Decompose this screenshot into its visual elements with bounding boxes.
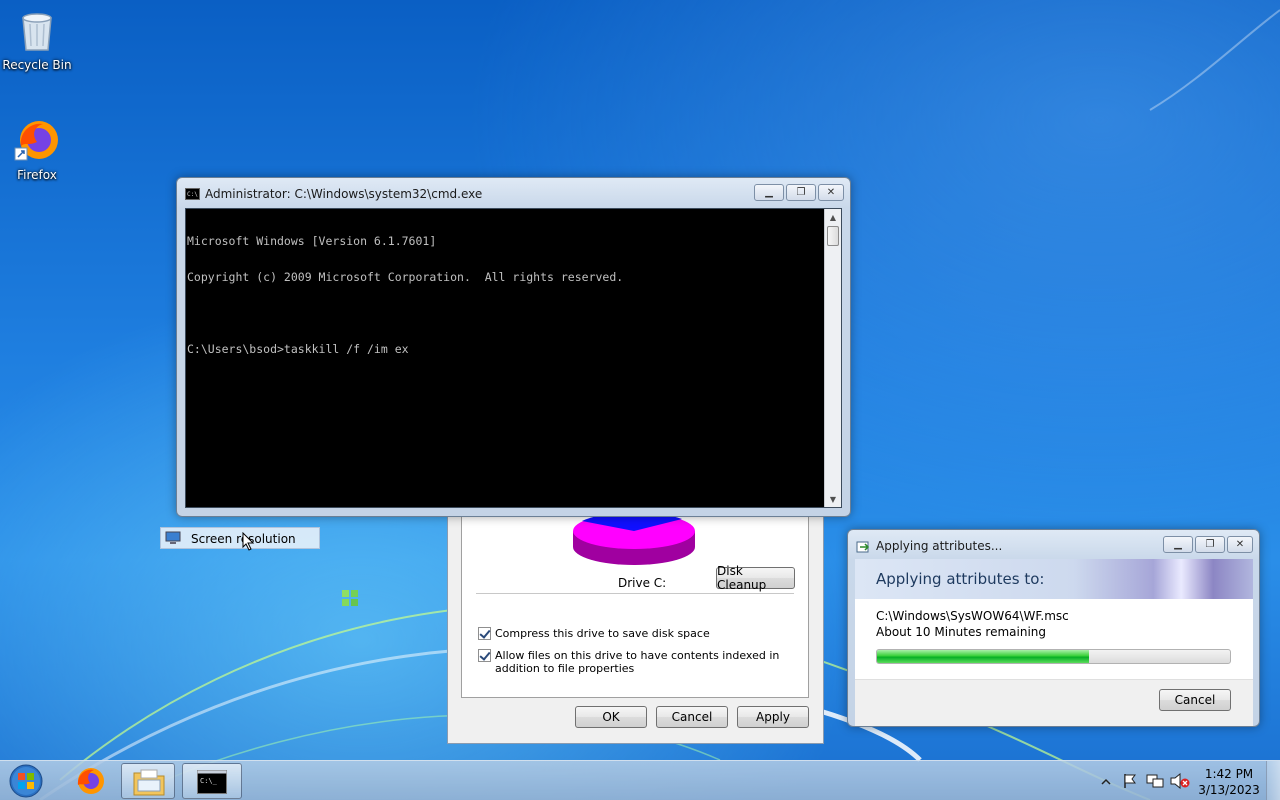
mouse-cursor xyxy=(242,532,255,551)
drive-label: Drive C: xyxy=(618,576,667,590)
compress-label: Compress this drive to save disk space xyxy=(495,627,710,640)
taskbar-explorer[interactable] xyxy=(121,763,175,799)
network-icon[interactable] xyxy=(1146,773,1164,789)
close-button[interactable]: ✕ xyxy=(1227,536,1253,553)
ok-button[interactable]: OK xyxy=(575,706,647,728)
console-line: Microsoft Windows [Version 6.1.7601] xyxy=(187,234,437,248)
disk-usage-pie xyxy=(573,515,695,565)
svg-text:C:\: C:\ xyxy=(187,191,198,198)
console-scrollbar[interactable]: ▲ ▼ xyxy=(824,209,841,507)
close-button[interactable]: ✕ xyxy=(818,184,844,201)
close-icon: ✕ xyxy=(1235,539,1245,550)
recycle-bin-icon xyxy=(13,6,61,54)
applying-attributes-dialog[interactable]: Applying attributes... ▁ ❐ ✕ Applying at… xyxy=(847,529,1260,727)
restore-icon: ❐ xyxy=(796,187,806,198)
taskbar: C:\_ 1:42 PM 3/13/2023 xyxy=(0,760,1280,800)
clock-time: 1:42 PM xyxy=(1204,767,1254,781)
cancel-button[interactable]: Cancel xyxy=(656,706,728,728)
scroll-up-icon[interactable]: ▲ xyxy=(825,209,841,225)
desktop-icon-recycle-bin[interactable]: Recycle Bin xyxy=(0,6,74,72)
apply-progress-bar xyxy=(876,649,1231,664)
taskbar-cmd[interactable]: C:\_ xyxy=(182,763,242,799)
checkbox-box xyxy=(478,627,491,640)
taskbar-firefox[interactable] xyxy=(64,763,116,799)
show-hidden-icons-icon[interactable] xyxy=(1101,777,1111,787)
firefox-icon xyxy=(77,768,104,794)
compress-checkbox[interactable]: Compress this drive to save disk space xyxy=(478,627,798,640)
maximize-button[interactable]: ❐ xyxy=(786,184,816,201)
volume-muted-icon[interactable] xyxy=(1170,773,1190,789)
context-menu: Screen resolution xyxy=(160,527,320,549)
action-center-flag-icon[interactable] xyxy=(1122,773,1138,789)
cmd-icon: C:\_ xyxy=(197,770,227,794)
cmd-titlebar[interactable]: C:\ Administrator: C:\Windows\system32\c… xyxy=(177,178,850,208)
minimize-button[interactable]: ▁ xyxy=(754,184,784,201)
divider xyxy=(476,593,794,594)
console-line: C:\Users\bsod>taskkill /f /im ex xyxy=(187,342,409,356)
cmd-window[interactable]: C:\ Administrator: C:\Windows\system32\c… xyxy=(176,177,851,517)
svg-text:C:\_: C:\_ xyxy=(200,777,218,785)
restore-icon: ❐ xyxy=(1205,539,1215,550)
firefox-icon xyxy=(13,116,61,164)
minimize-icon: ▁ xyxy=(765,187,773,198)
minimize-icon: ▁ xyxy=(1174,539,1182,550)
index-checkbox[interactable]: Allow files on this drive to have conten… xyxy=(478,649,798,675)
apply-cancel-button[interactable]: Cancel xyxy=(1159,689,1231,711)
scroll-down-icon[interactable]: ▼ xyxy=(825,491,841,507)
apply-content: C:\Windows\SysWOW64\WF.msc About 10 Minu… xyxy=(855,599,1253,679)
folder-icon xyxy=(133,769,165,796)
console-line: Copyright (c) 2009 Microsoft Corporation… xyxy=(187,270,624,284)
cmd-app-icon: C:\ xyxy=(185,188,200,200)
index-label: Allow files on this drive to have conten… xyxy=(495,649,780,675)
scroll-thumb[interactable] xyxy=(827,226,839,246)
apply-titlebar[interactable]: Applying attributes... ▁ ❐ ✕ xyxy=(848,530,1259,560)
progress-fill xyxy=(877,650,1089,663)
apply-title: Applying attributes... xyxy=(876,539,1003,553)
system-clock[interactable]: 1:42 PM 3/13/2023 xyxy=(1194,766,1264,798)
clock-date: 3/13/2023 xyxy=(1198,783,1260,797)
maximize-button[interactable]: ❐ xyxy=(1195,536,1225,553)
windows-start-orb-icon xyxy=(9,764,43,798)
apply-banner: Applying attributes to: xyxy=(855,559,1253,599)
general-tab-panel: Drive C: Disk Cleanup Compress this driv… xyxy=(461,515,809,698)
cmd-title: Administrator: C:\Windows\system32\cmd.e… xyxy=(205,187,483,201)
apply-remaining: About 10 Minutes remaining xyxy=(876,625,1047,639)
minimize-button[interactable]: ▁ xyxy=(1163,536,1193,553)
console-output[interactable]: Microsoft Windows [Version 6.1.7601] Cop… xyxy=(186,211,823,507)
desktop-icon-label: Recycle Bin xyxy=(2,58,72,72)
desktop-icon-label: Firefox xyxy=(17,168,57,182)
start-button[interactable] xyxy=(4,762,48,800)
close-icon: ✕ xyxy=(826,187,836,198)
console-area[interactable]: Microsoft Windows [Version 6.1.7601] Cop… xyxy=(185,208,842,508)
desktop-icon-firefox[interactable]: Firefox xyxy=(0,116,74,182)
checkbox-box xyxy=(478,649,491,662)
apply-footer: Cancel xyxy=(855,679,1253,726)
drive-properties-dialog: Drive C: Disk Cleanup Compress this driv… xyxy=(447,515,824,744)
apply-button[interactable]: Apply xyxy=(737,706,809,728)
monitor-icon xyxy=(165,531,181,544)
apply-path: C:\Windows\SysWOW64\WF.msc xyxy=(876,609,1069,623)
file-attributes-icon xyxy=(856,540,871,553)
show-desktop-button[interactable] xyxy=(1266,761,1280,800)
apply-heading: Applying attributes to: xyxy=(876,570,1045,588)
disk-cleanup-button[interactable]: Disk Cleanup xyxy=(716,564,795,592)
